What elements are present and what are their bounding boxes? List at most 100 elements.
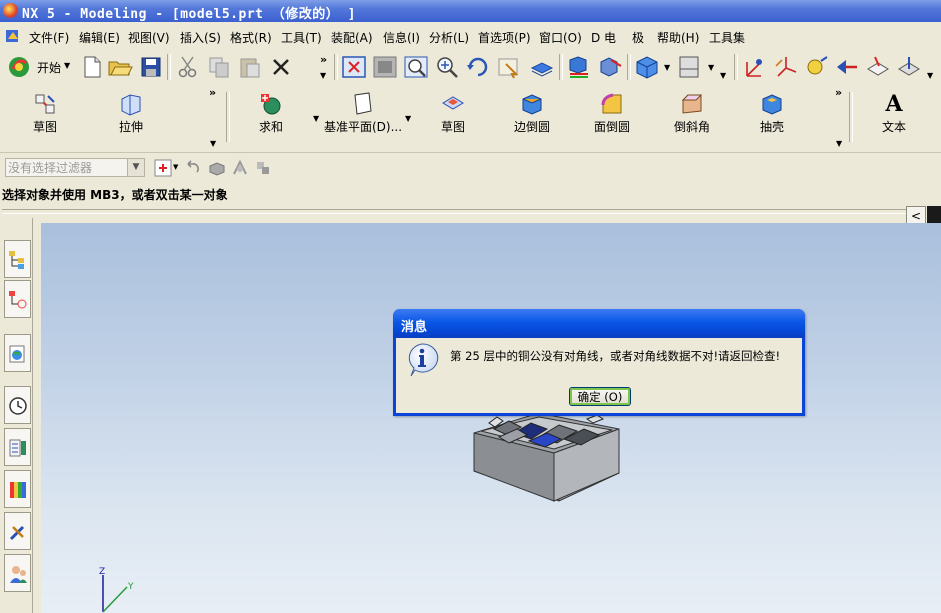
menu-pole[interactable]: 极 <box>632 29 644 46</box>
plane-icon[interactable] <box>865 54 891 80</box>
shell-icon <box>762 94 782 115</box>
tab-web-browser[interactable] <box>4 334 31 372</box>
menu-help[interactable]: 帮助(H) <box>657 29 699 46</box>
menu-tools[interactable]: 工具(T) <box>281 29 322 46</box>
layer-icon[interactable] <box>528 54 554 80</box>
information-icon <box>408 343 439 377</box>
extrude-label: 拉伸 <box>118 120 143 134</box>
menu-insert[interactable]: 插入(S) <box>180 29 221 46</box>
model-part[interactable] <box>469 409 624 505</box>
collapse-arrow-icon[interactable]: < <box>906 206 926 224</box>
solid-filter-icon[interactable] <box>208 160 226 176</box>
text-icon: A <box>885 91 903 117</box>
sketch-section-icon <box>442 96 464 110</box>
datum-csys-icon[interactable] <box>772 54 798 80</box>
type-filter-dropdown[interactable]: 没有选择过滤器 ▼ <box>5 158 145 177</box>
snap-icon[interactable] <box>677 54 703 80</box>
menu-format[interactable]: 格式(R) <box>230 29 272 46</box>
tab-roles[interactable] <box>4 554 31 592</box>
orient-view-icon[interactable] <box>597 54 623 80</box>
menu-edit[interactable]: 编辑(E) <box>79 29 120 46</box>
face-blend-label: 面倒圆 <box>593 120 630 134</box>
new-icon[interactable] <box>79 54 105 80</box>
dialog-title-bar[interactable]: 消息 <box>393 309 805 338</box>
pan-icon[interactable] <box>496 54 522 80</box>
menu-window[interactable]: 窗口(O) <box>539 29 582 46</box>
component-filter-icon[interactable] <box>254 159 272 177</box>
point-icon[interactable] <box>803 54 829 80</box>
web-browser-icon <box>9 345 25 363</box>
graphics-viewport[interactable]: Z Y <box>41 223 941 613</box>
cue-line: 选择对象并使用 MB3，或者双击某一对象 <box>0 183 941 204</box>
menu-information[interactable]: 信息(I) <box>383 29 420 46</box>
axis-icon[interactable] <box>896 54 922 80</box>
menu-view[interactable]: 视图(V) <box>128 29 170 46</box>
menu-assemblies[interactable]: 装配(A) <box>331 29 373 46</box>
paste-icon[interactable] <box>237 54 263 80</box>
tab-process-studio[interactable] <box>4 512 31 550</box>
menu-preferences[interactable]: 首选项(P) <box>478 29 531 46</box>
extrude-button[interactable]: 拉伸 <box>98 86 164 148</box>
open-icon[interactable] <box>107 54 133 80</box>
triad-y-label: Y <box>128 582 134 592</box>
resource-bar <box>0 218 33 613</box>
render-style-icon[interactable] <box>566 54 592 80</box>
part-navigator-icon <box>9 291 27 309</box>
sketch-section-button[interactable]: 草图 <box>420 86 486 148</box>
tab-part-navigator[interactable] <box>4 280 31 318</box>
wcs-icon[interactable] <box>634 54 660 80</box>
undo-icon[interactable] <box>185 160 201 176</box>
start-button[interactable]: 开始 ▼ <box>7 54 73 80</box>
unite-label: 求和 <box>258 120 283 134</box>
datum-plane-label: 基准平面(D)... <box>323 120 403 134</box>
select-filter-icon[interactable] <box>154 159 172 177</box>
datum-plane-icon <box>354 92 372 115</box>
type-filter-value: 没有选择过滤器 <box>8 161 93 175</box>
shell-button[interactable]: 抽壳 <box>739 86 805 148</box>
datum-icon[interactable] <box>741 54 767 80</box>
menu-file[interactable]: 文件(F) <box>29 29 69 46</box>
vector-icon[interactable] <box>834 54 860 80</box>
unite-button[interactable]: 求和 <box>238 86 304 148</box>
tab-history[interactable] <box>4 386 31 424</box>
selection-bar: 没有选择过滤器 ▼ ▼ <box>0 153 941 183</box>
chevron-down-icon[interactable]: ▼ <box>127 159 144 176</box>
save-icon[interactable] <box>138 54 164 80</box>
chamfer-button[interactable]: 倒斜角 <box>659 86 725 148</box>
menu-analysis[interactable]: 分析(L) <box>429 29 469 46</box>
feature-filter-icon[interactable] <box>231 159 249 177</box>
edge-blend-button[interactable]: 边倒圆 <box>499 86 565 148</box>
unite-icon <box>261 94 281 115</box>
dialog-message: 第 25 层中的铜公没有对角线，或者对角线数据不对!请返回检查! <box>450 349 781 363</box>
fit-icon[interactable] <box>341 54 367 80</box>
zoom-icon[interactable] <box>403 54 429 80</box>
status-line <box>0 204 941 218</box>
face-blend-button[interactable]: 面倒圆 <box>579 86 645 148</box>
zoom-window-icon[interactable] <box>372 54 398 80</box>
palette-icon <box>10 482 26 498</box>
copy-icon[interactable] <box>206 54 232 80</box>
tab-palette[interactable] <box>4 470 31 508</box>
menu-bar: 文件(F) 编辑(E) 视图(V) 插入(S) 格式(R) 工具(T) 装配(A… <box>0 22 941 49</box>
menu-electrode[interactable]: D 电 <box>591 29 616 46</box>
face-blend-icon <box>601 93 622 114</box>
extrude-icon <box>121 94 141 116</box>
menu-toolkit[interactable]: 工具集 <box>709 29 745 46</box>
rotate-icon[interactable] <box>465 54 491 80</box>
tab-assembly-navigator[interactable] <box>4 240 31 278</box>
ok-button[interactable]: 确定 (O) <box>569 387 631 406</box>
window-title: NX 5 - Modeling - [model5.prt （修改的） ] <box>22 7 356 22</box>
zoom-in-icon[interactable] <box>434 54 460 80</box>
tab-system-materials[interactable] <box>4 428 31 466</box>
standard-toolbar: 开始 ▼ » ▼ ▼ ▼ ▼ ▼ <box>0 49 941 87</box>
text-button[interactable]: A 文本 <box>861 86 927 148</box>
nx-menu-icon[interactable] <box>5 28 21 44</box>
title-bar[interactable]: NX 5 - Modeling - [model5.prt （修改的） ] <box>0 0 941 22</box>
chamfer-label: 倒斜角 <box>673 120 710 134</box>
chamfer-icon <box>681 94 703 114</box>
cut-icon[interactable] <box>175 54 201 80</box>
datum-plane-button[interactable]: 基准平面(D)... <box>320 86 406 148</box>
start-label: 开始 <box>37 61 62 75</box>
delete-icon[interactable] <box>268 54 294 80</box>
sketch-button[interactable]: 草图 <box>12 86 78 148</box>
